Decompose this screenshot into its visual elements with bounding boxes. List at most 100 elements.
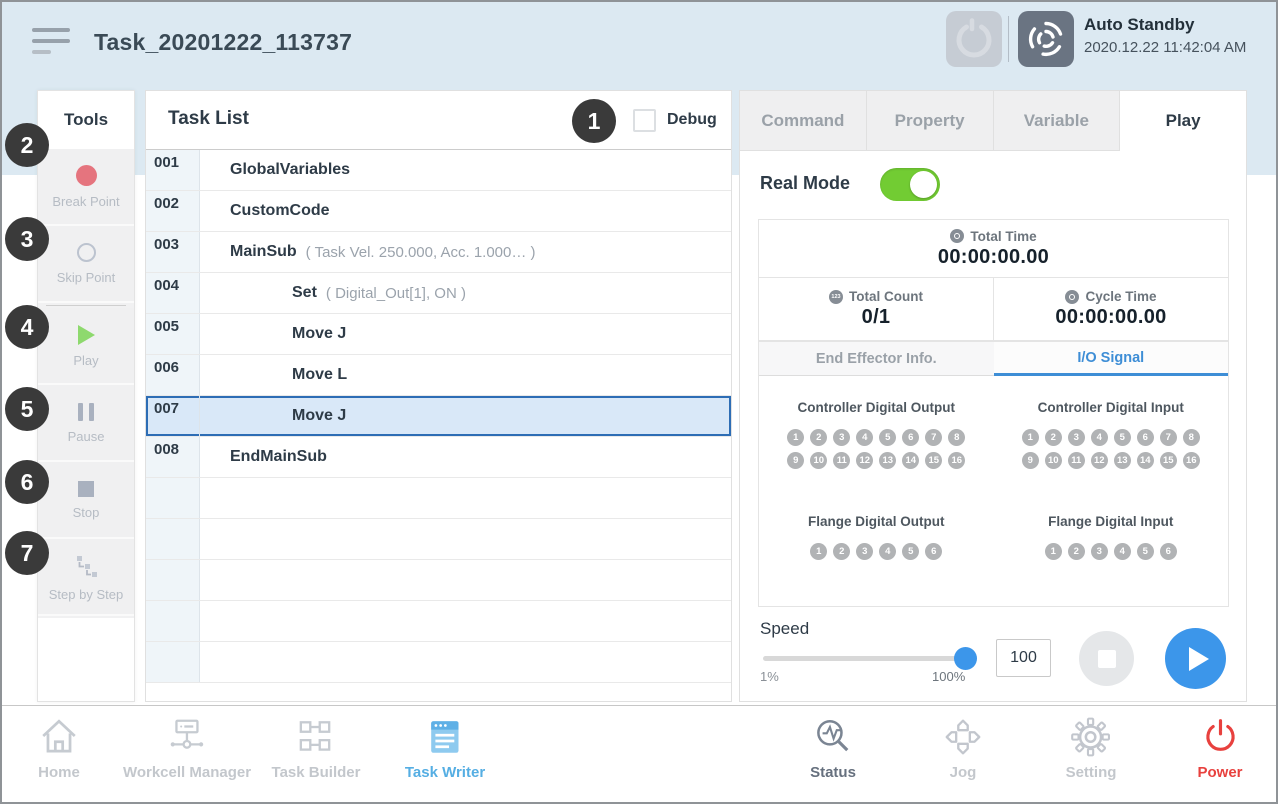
- io-pin: 6: [1160, 543, 1177, 560]
- io-group-label: Controller Digital Output: [798, 400, 956, 415]
- callout-6: 6: [5, 460, 49, 504]
- cycle-time-icon: [1065, 290, 1079, 304]
- pause-icon: [78, 403, 94, 421]
- task-row-command: MainSub: [230, 243, 297, 261]
- task-row[interactable]: 003MainSub( Task Vel. 250.000, Acc. 1.00…: [146, 232, 731, 273]
- io-pin: 6: [902, 429, 919, 446]
- tab-variable[interactable]: Variable: [994, 91, 1121, 151]
- tab-io-signal[interactable]: I/O Signal: [994, 342, 1229, 376]
- detail-panel: Command Property Variable Play Real Mode…: [739, 90, 1247, 702]
- callout-2: 2: [5, 123, 49, 167]
- task-row-empty[interactable]: [146, 560, 731, 601]
- real-mode-toggle[interactable]: [880, 168, 940, 201]
- io-pin: 13: [1114, 452, 1131, 469]
- step-by-step-icon: [73, 553, 99, 579]
- nav-setting-label: Setting: [1066, 764, 1117, 781]
- task-row-command: CustomCode: [230, 202, 330, 220]
- stop-tool-button[interactable]: Stop: [38, 462, 134, 539]
- task-row[interactable]: 006Move L: [146, 355, 731, 396]
- nav-task-writer[interactable]: Task Writer: [405, 716, 485, 781]
- task-row-number: [146, 478, 200, 518]
- skip-point-button[interactable]: Skip Point: [38, 226, 134, 303]
- tab-property[interactable]: Property: [867, 91, 994, 151]
- nav-jog[interactable]: Jog: [942, 716, 984, 781]
- stop-run-button[interactable]: [1079, 631, 1134, 686]
- io-pin: 11: [1068, 452, 1085, 469]
- total-time-label: Total Time: [970, 229, 1036, 244]
- task-row[interactable]: 008EndMainSub: [146, 437, 731, 478]
- task-row-empty[interactable]: [146, 642, 731, 683]
- task-row[interactable]: 001GlobalVariables: [146, 150, 731, 191]
- task-row[interactable]: 005Move J: [146, 314, 731, 355]
- cycle-time-cell: Cycle Time 00:00:00.00: [994, 278, 1228, 340]
- task-row[interactable]: 004Set( Digital_Out[1], ON ): [146, 273, 731, 314]
- io-pin: 15: [1160, 452, 1177, 469]
- speed-label: Speed: [760, 619, 809, 639]
- tab-command[interactable]: Command: [740, 91, 867, 151]
- total-count-cell: 123 Total Count 0/1: [759, 278, 994, 340]
- jog-icon: [942, 716, 984, 758]
- stop-square-icon: [1098, 650, 1116, 668]
- tab-end-effector-info[interactable]: End Effector Info.: [759, 342, 994, 376]
- nav-workcell-manager[interactable]: Workcell Manager: [123, 716, 251, 781]
- swirl-icon: [1018, 11, 1074, 67]
- task-row-empty[interactable]: [146, 478, 731, 519]
- robot-gripper-icon: [946, 11, 1002, 67]
- total-count-label: Total Count: [849, 289, 923, 304]
- nav-power[interactable]: Power: [1197, 716, 1242, 781]
- total-time-value: 00:00:00.00: [938, 246, 1049, 269]
- io-pin: 2: [810, 429, 827, 446]
- break-point-button[interactable]: Break Point: [38, 149, 134, 226]
- robot-icon-button[interactable]: [946, 11, 1002, 67]
- task-row[interactable]: 007Move J: [146, 396, 731, 437]
- tools-title: Tools: [38, 91, 134, 149]
- task-row[interactable]: 002CustomCode: [146, 191, 731, 232]
- task-row-number: [146, 519, 200, 559]
- callout-5: 5: [5, 387, 49, 431]
- cycle-time-label: Cycle Time: [1085, 289, 1156, 304]
- io-pin: 1: [1045, 543, 1062, 560]
- speed-slider-handle[interactable]: [954, 647, 977, 670]
- nav-home[interactable]: Home: [38, 716, 80, 781]
- task-writer-icon: [424, 716, 466, 758]
- io-group: Flange Digital Input 123456: [994, 514, 1229, 563]
- robot-mode-button[interactable]: [1018, 11, 1074, 67]
- step-by-step-label: Step by Step: [49, 588, 123, 601]
- tab-play[interactable]: Play: [1120, 91, 1246, 151]
- total-count-icon: 123: [829, 290, 843, 304]
- menu-icon[interactable]: [32, 28, 74, 56]
- callout-3: 3: [5, 217, 49, 261]
- task-list-panel: Task List Debug 001GlobalVariables002Cus…: [145, 90, 732, 702]
- task-row-empty[interactable]: [146, 601, 731, 642]
- speed-value-field[interactable]: 100: [996, 639, 1051, 677]
- nav-power-label: Power: [1197, 764, 1242, 781]
- task-row-command: Move J: [292, 407, 346, 425]
- task-list-rows: 001GlobalVariables002CustomCode003MainSu…: [146, 150, 731, 683]
- play-run-button[interactable]: [1165, 628, 1226, 689]
- nav-task-writer-label: Task Writer: [405, 764, 485, 781]
- speed-section: Speed 1% 100% 100: [740, 616, 1246, 703]
- pause-tool-button[interactable]: Pause: [38, 385, 134, 462]
- play-tool-button[interactable]: Play: [38, 308, 134, 385]
- task-row-number: 006: [146, 355, 200, 395]
- nav-setting[interactable]: Setting: [1066, 716, 1117, 781]
- debug-checkbox[interactable]: [633, 109, 656, 132]
- nav-status[interactable]: Status: [810, 716, 856, 781]
- io-group-label: Flange Digital Input: [1048, 514, 1173, 529]
- pause-label: Pause: [68, 430, 105, 443]
- io-pin: 2: [1068, 543, 1085, 560]
- break-point-icon: [76, 165, 97, 186]
- nav-jog-label: Jog: [950, 764, 977, 781]
- step-by-step-button[interactable]: Step by Step: [38, 539, 134, 616]
- io-pin: 9: [1022, 452, 1039, 469]
- speed-slider[interactable]: [763, 656, 973, 661]
- io-group-label: Controller Digital Input: [1038, 400, 1184, 415]
- task-row-empty[interactable]: [146, 519, 731, 560]
- io-pin: 5: [1137, 543, 1154, 560]
- nav-task-builder[interactable]: Task Builder: [272, 716, 361, 781]
- power-icon: [1199, 716, 1241, 758]
- io-pin: 5: [1114, 429, 1131, 446]
- io-pin: 13: [879, 452, 896, 469]
- io-pin: 4: [879, 543, 896, 560]
- stop-icon: [78, 481, 94, 497]
